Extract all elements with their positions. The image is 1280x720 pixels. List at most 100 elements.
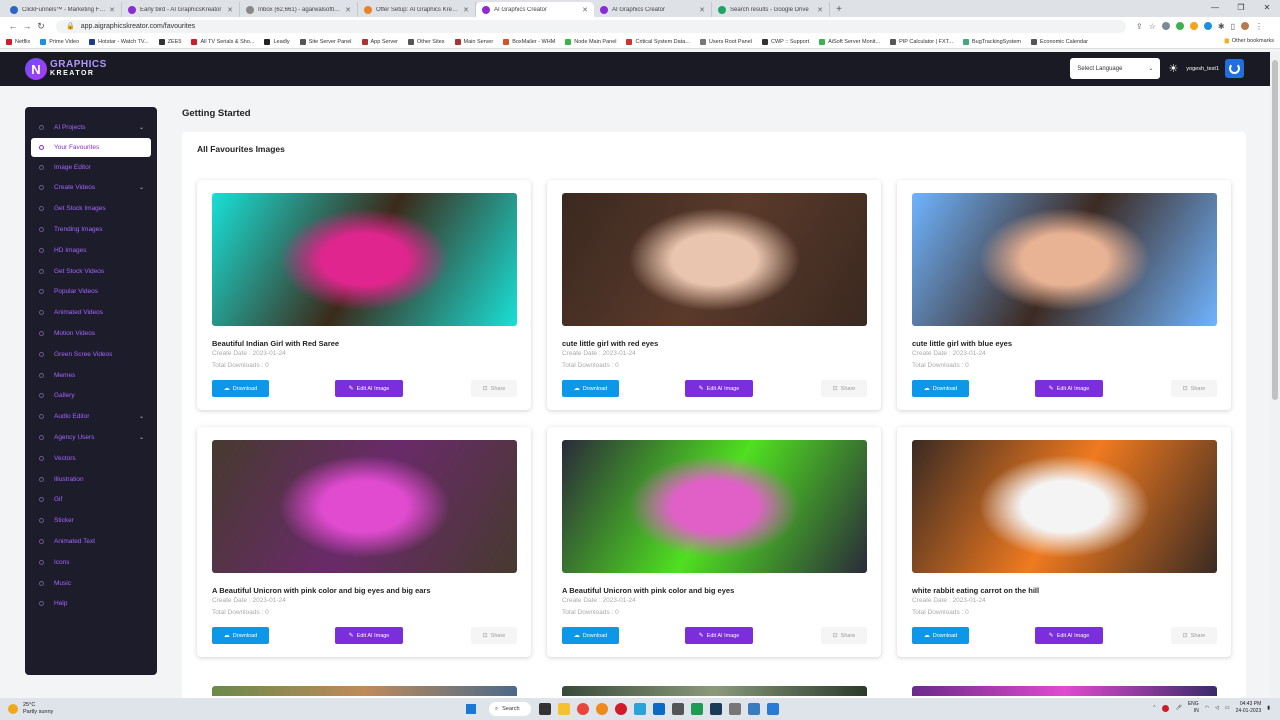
share-button[interactable]: ⊡ Share — [1171, 627, 1217, 644]
browser-tab[interactable]: Early bird - AI GraphicsKreator ✕ — [122, 2, 240, 17]
app-icon[interactable] — [672, 703, 684, 715]
download-button[interactable]: ☁ Download — [212, 380, 269, 397]
bookmark-item[interactable]: CWP :: Support — [762, 38, 809, 45]
minimize-icon[interactable]: — — [1202, 0, 1228, 14]
favourite-image[interactable] — [912, 440, 1217, 573]
extension-icon[interactable] — [1203, 21, 1212, 30]
wifi-icon[interactable]: ◠ — [1205, 705, 1209, 711]
bookmark-star-icon[interactable]: ☆ — [1149, 22, 1156, 31]
bookmark-item[interactable]: Node Main Panel — [565, 38, 616, 45]
sidebar-item-sticker[interactable]: Sticker — [25, 510, 157, 531]
bookmark-item[interactable]: Leadly — [264, 38, 290, 45]
weather-widget[interactable]: 25°C Partly sunny — [8, 702, 53, 716]
bookmark-item[interactable]: Hotstar - Watch TV... — [89, 38, 149, 45]
bookmark-item[interactable]: App Server — [361, 38, 398, 45]
opera-icon[interactable] — [615, 703, 627, 715]
sidebar-item-create-videos[interactable]: Create Videos ⌄ — [25, 178, 157, 199]
language-select[interactable]: Select Language ⌄ — [1070, 58, 1161, 79]
browser-tab[interactable]: ClickFunnels™ - Marketing Funnels ✕ — [4, 2, 122, 17]
terminal-icon[interactable] — [710, 703, 722, 715]
download-button[interactable]: ☁ Download — [212, 627, 269, 644]
file-explorer-icon[interactable] — [558, 703, 570, 715]
app-icon[interactable] — [767, 703, 779, 715]
share-page-icon[interactable]: ⇪ — [1136, 22, 1143, 31]
kebab-menu-icon[interactable]: ⋮ — [1255, 22, 1263, 31]
close-window-icon[interactable]: ✕ — [1254, 0, 1280, 14]
task-view-icon[interactable] — [539, 703, 551, 715]
bookmark-item[interactable]: Other Sites — [408, 38, 445, 45]
sidebar-item-animated-text[interactable]: Animated Text — [25, 531, 157, 552]
close-tab-icon[interactable]: ✕ — [582, 6, 588, 14]
notification-icon[interactable]: ▮ — [1267, 705, 1270, 711]
taskbar-search[interactable]: ⌕ Search — [489, 702, 531, 716]
close-tab-icon[interactable]: ✕ — [109, 6, 115, 14]
bookmark-item[interactable]: Economic Calendar — [1031, 38, 1088, 45]
close-tab-icon[interactable]: ✕ — [345, 6, 351, 14]
sidebar-item-popular-videos[interactable]: Popular Videos — [25, 282, 157, 303]
download-button[interactable]: ☁ Download — [912, 380, 969, 397]
bookmark-item[interactable]: Users Root Panel — [699, 38, 752, 45]
reload-icon[interactable]: ↻ — [34, 21, 48, 32]
close-tab-icon[interactable]: ✕ — [817, 6, 823, 14]
chevron-up-icon[interactable]: ⌃ — [1152, 705, 1156, 711]
sidebar-item-illustration[interactable]: Illustration — [25, 469, 157, 490]
bookmark-item[interactable]: AiSoft Server Monit... — [819, 38, 880, 45]
sidebar-item-memes[interactable]: Memes — [25, 365, 157, 386]
edit-ai-image-button[interactable]: ✎ Edit AI Image — [685, 627, 753, 644]
share-button[interactable]: ⊡ Share — [821, 627, 867, 644]
sidebar-item-icons[interactable]: Icons — [25, 552, 157, 573]
close-tab-icon[interactable]: ✕ — [699, 6, 705, 14]
favourite-image[interactable] — [562, 193, 867, 326]
other-bookmarks[interactable]: ▆ Other bookmarks — [1225, 38, 1274, 44]
extension-icon[interactable] — [1161, 21, 1170, 30]
extension-icon[interactable] — [1189, 21, 1198, 30]
sidepanel-icon[interactable]: ▯ — [1231, 22, 1235, 31]
sidebar-item-agency-users[interactable]: Agency Users ⌄ — [25, 427, 157, 448]
favourite-image[interactable] — [212, 193, 517, 326]
browser-tab[interactable]: Inbox (62,661) - agarwalsoftlabs ✕ — [240, 2, 358, 17]
sidebar-item-get-stock-images[interactable]: Get Stock Images — [25, 198, 157, 219]
edit-ai-image-button[interactable]: ✎ Edit AI Image — [1035, 380, 1103, 397]
sidebar-item-audio-editor[interactable]: Audio Editor ⌄ — [25, 406, 157, 427]
sidebar-item-image-editor[interactable]: Image Editor — [25, 157, 157, 178]
theme-toggle-sun-icon[interactable]: ☀ — [1168, 62, 1178, 75]
bookmark-item[interactable]: BugTrackingSystem — [962, 38, 1021, 45]
bookmark-item[interactable]: Netflix — [6, 38, 30, 45]
sidebar-item-music[interactable]: Music — [25, 573, 157, 594]
favourite-image[interactable] — [562, 440, 867, 573]
puzzle-icon[interactable]: ✱ — [1218, 22, 1225, 31]
new-tab-button[interactable]: + — [830, 2, 848, 17]
bookmark-item[interactable]: Prime Video — [40, 38, 79, 45]
outlook-icon[interactable] — [653, 703, 665, 715]
share-button[interactable]: ⊡ Share — [471, 627, 517, 644]
logo[interactable]: N GRAPHICS KREATOR — [25, 58, 107, 80]
extension-icon[interactable] — [1175, 21, 1184, 30]
sidebar-item-gallery[interactable]: Gallery — [25, 386, 157, 407]
bookmark-item[interactable]: BoxMailer - WHM — [503, 38, 555, 45]
sidebar-item-hd-images[interactable]: HD Images — [25, 240, 157, 261]
edit-ai-image-button[interactable]: ✎ Edit AI Image — [1035, 627, 1103, 644]
sidebar-item-vectors[interactable]: Vectors — [25, 448, 157, 469]
share-button[interactable]: ⊡ Share — [471, 380, 517, 397]
download-button[interactable]: ☁ Download — [562, 380, 619, 397]
sidebar-item-trending-images[interactable]: Trending Images — [25, 219, 157, 240]
favourite-image[interactable] — [212, 440, 517, 573]
share-button[interactable]: ⊡ Share — [1171, 380, 1217, 397]
excel-icon[interactable] — [691, 703, 703, 715]
close-tab-icon[interactable]: ✕ — [463, 6, 469, 14]
browser-tab[interactable]: AI Graphics Creator ✕ — [476, 2, 594, 17]
skype-icon[interactable] — [634, 703, 646, 715]
favourite-image[interactable] — [912, 193, 1217, 326]
browser-tab[interactable]: Search results - Google Drive ✕ — [712, 2, 830, 17]
settings-icon[interactable] — [729, 703, 741, 715]
tray-app-icon[interactable] — [1162, 704, 1170, 712]
profile-avatar[interactable] — [1240, 21, 1249, 30]
browser-tab[interactable]: Offer Setup: AI Graphics Kreator ✕ — [358, 2, 476, 17]
close-tab-icon[interactable]: ✕ — [227, 6, 233, 14]
mic-icon[interactable]: 🎤︎ — [1175, 705, 1181, 711]
clock[interactable]: 04:43 PM 24-01-2023 — [1236, 701, 1262, 715]
volume-icon[interactable]: ◁ — [1215, 705, 1219, 711]
back-icon[interactable]: ← — [6, 21, 20, 31]
chrome-icon[interactable] — [577, 703, 589, 715]
language-indicator[interactable]: ENG IN — [1188, 701, 1199, 715]
